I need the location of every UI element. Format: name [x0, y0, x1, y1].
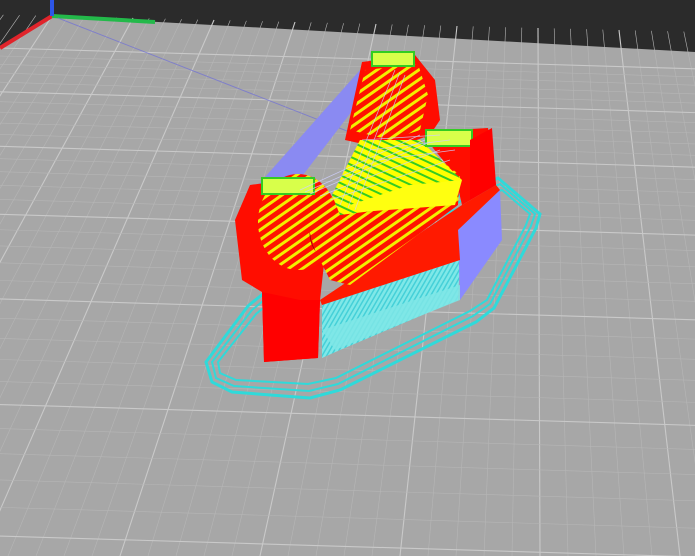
3d-preview-viewport[interactable] — [0, 0, 695, 556]
top-pad-back — [371, 51, 415, 67]
top-pad-right — [425, 129, 473, 147]
part-front-chunk — [262, 292, 320, 362]
3d-scene[interactable] — [0, 0, 695, 556]
